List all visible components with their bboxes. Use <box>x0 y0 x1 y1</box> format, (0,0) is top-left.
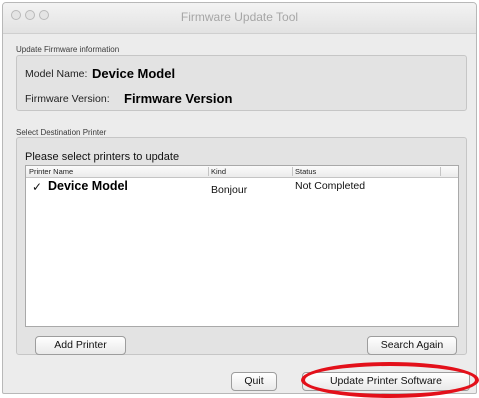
row-checkbox[interactable]: ✓ <box>32 180 42 194</box>
column-divider <box>440 167 441 176</box>
title-bar: Firmware Update Tool <box>3 3 476 34</box>
destination-group: Please select printers to update Printer… <box>16 137 467 355</box>
row-status: Not Completed <box>295 180 366 192</box>
destination-group-title: Select Destination Printer <box>16 128 107 137</box>
search-again-button[interactable]: Search Again <box>367 336 457 355</box>
model-name-value: Device Model <box>92 66 176 81</box>
highlight-ring-annotation <box>301 362 479 398</box>
firmware-info-group: Model Name: Device Model Firmware Versio… <box>16 55 467 111</box>
row-kind: Bonjour <box>211 184 248 196</box>
quit-button[interactable]: Quit <box>231 372 277 391</box>
column-header-printer-name[interactable]: Printer Name <box>26 166 208 177</box>
firmware-update-window: Firmware Update Tool Update Firmware inf… <box>2 2 477 394</box>
model-name-label: Model Name: <box>25 68 88 80</box>
firmware-info-group-title: Update Firmware information <box>16 45 120 54</box>
add-printer-button[interactable]: Add Printer <box>35 336 126 355</box>
printer-table-header: Printer Name Kind Status <box>26 166 458 178</box>
firmware-version-value: Firmware Version <box>124 91 233 106</box>
column-header-status[interactable]: Status <box>292 166 440 177</box>
row-printer-name: Device Model <box>48 179 128 193</box>
printer-table[interactable]: Printer Name Kind Status ✓ Device Model … <box>25 165 459 327</box>
firmware-version-label: Firmware Version: <box>25 93 110 105</box>
window-title: Firmware Update Tool <box>180 10 299 24</box>
column-header-kind[interactable]: Kind <box>208 166 292 177</box>
select-printers-prompt: Please select printers to update <box>25 151 180 163</box>
